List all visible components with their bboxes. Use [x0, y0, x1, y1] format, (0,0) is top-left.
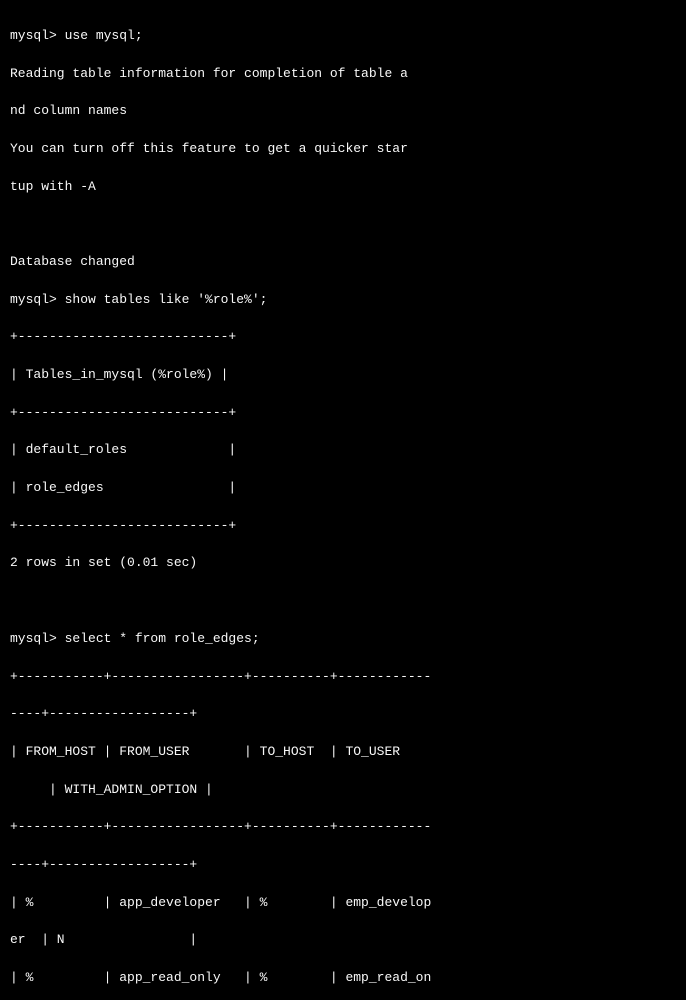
terminal-line-8: mysql> show tables like '%role%'; — [10, 292, 267, 307]
terminal-line-14: +---------------------------+ — [10, 518, 236, 533]
terminal-line-4: You can turn off this feature to get a q… — [10, 141, 408, 156]
terminal-line-2: Reading table information for completion… — [10, 66, 408, 81]
terminal-line-17: mysql> select * from role_edges; — [10, 631, 260, 646]
terminal-line-26: | % | app_read_only | % | emp_read_on — [10, 970, 431, 985]
terminal-line-10: | Tables_in_mysql (%role%) | — [10, 367, 228, 382]
terminal-output: mysql> use mysql; Reading table informat… — [10, 8, 676, 1000]
terminal-line-21: | WITH_ADMIN_OPTION | — [10, 782, 213, 797]
terminal-line-13: | role_edges | — [10, 480, 236, 495]
terminal-line-12: | default_roles | — [10, 442, 236, 457]
terminal-line-23: ----+------------------+ — [10, 857, 197, 872]
terminal-line-24: | % | app_developer | % | emp_develop — [10, 895, 431, 910]
terminal-line-1: mysql> use mysql; — [10, 28, 143, 43]
terminal-line-19: ----+------------------+ — [10, 706, 197, 721]
terminal-line-20: | FROM_HOST | FROM_USER | TO_HOST | TO_U… — [10, 744, 400, 759]
terminal-line-7: Database changed — [10, 254, 135, 269]
terminal-line-15: 2 rows in set (0.01 sec) — [10, 555, 197, 570]
terminal-line-5: tup with -A — [10, 179, 96, 194]
terminal-line-25: er | N | — [10, 932, 197, 947]
terminal-line-9: +---------------------------+ — [10, 329, 236, 344]
terminal-line-11: +---------------------------+ — [10, 405, 236, 420]
terminal-line-18: +-----------+-----------------+---------… — [10, 669, 431, 684]
terminal-line-3: nd column names — [10, 103, 127, 118]
terminal-line-22: +-----------+-----------------+---------… — [10, 819, 431, 834]
